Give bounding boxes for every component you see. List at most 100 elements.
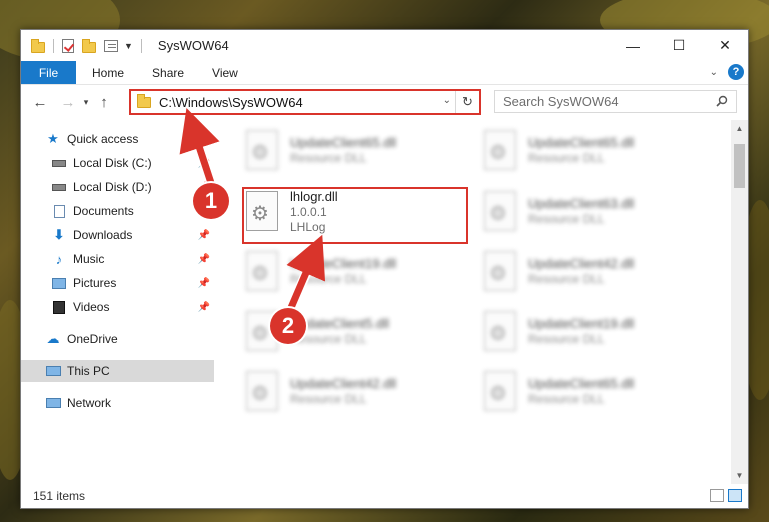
sidebar-item-label: Downloads [73,228,133,242]
music-icon: ♪ [55,251,63,267]
file-name: UpdateClient65.dll [290,135,397,150]
tab-share[interactable]: Share [138,61,198,84]
list-item[interactable]: UpdateClient63.dllResource DLL [478,185,698,237]
recent-dropdown-icon[interactable]: ▾ [79,91,93,113]
list-item[interactable]: UpdateClient19.dllResource DLL [240,245,460,297]
pin-icon[interactable]: 📌 [198,278,210,289]
close-button[interactable]: ✕ [702,30,748,61]
properties-icon[interactable] [104,39,118,52]
large-icons-view-icon[interactable] [728,489,742,502]
item-count: 151 items [33,489,86,503]
list-item[interactable]: UpdateClient42.dllResource DLL [240,365,460,417]
file-name: UpdateClient19.dll [290,256,397,271]
dll-file-icon [484,251,516,291]
chevron-down-icon[interactable]: ⌄ [710,67,718,78]
pictures-icon [51,276,67,290]
sidebar-item-videos[interactable]: Videos 📌 [21,296,214,318]
list-item[interactable]: UpdateClient42.dllResource DLL [478,245,698,297]
ribbon-right: ⌄ ? [710,64,744,80]
file-type: Resource DLL [528,151,605,165]
sidebar-item-label: Documents [73,204,134,218]
cloud-icon: ☁ [46,331,60,346]
dll-file-icon [246,371,278,411]
pin-icon[interactable]: 📌 [198,302,210,313]
refresh-icon[interactable]: ↻ [455,91,479,113]
details-view-icon[interactable] [710,489,724,502]
folder-icon [137,93,151,108]
scrollbar-thumb[interactable] [734,144,745,188]
tab-file[interactable]: File [21,61,76,84]
folder-icon [31,38,45,53]
back-arrow-icon[interactable]: ← [29,91,51,113]
separator [140,38,142,53]
file-highlight-box [242,187,468,244]
sidebar-item-label: OneDrive [67,332,118,346]
dll-file-icon [484,130,516,170]
properties-check-icon[interactable] [62,38,74,53]
search-input[interactable]: Search SysWOW64 [494,90,737,113]
file-type: Resource DLL [528,392,605,406]
separator [53,38,54,53]
pin-icon[interactable]: 📌 [198,158,210,169]
scroll-up-icon[interactable]: ▲ [731,120,748,137]
quick-access-dropdown-icon[interactable]: ▼ [124,41,133,51]
sidebar-item-label: Music [73,252,105,266]
sidebar-item-documents[interactable]: Documents 📌 [21,200,214,222]
videos-icon [51,300,67,314]
new-folder-icon[interactable] [82,38,96,53]
sidebar-item-local-disk-d[interactable]: Local Disk (D:) 📌 [21,176,214,198]
view-buttons [710,489,742,502]
scroll-down-icon[interactable]: ▼ [731,467,748,484]
navigation-bar: ← → ▾ ↑ C:\Windows\SysWOW64 ⌄ ↻ Search S… [21,86,748,118]
star-icon: ★ [47,131,59,146]
sidebar-item-onedrive[interactable]: ☁ OneDrive [21,328,214,350]
pin-icon[interactable]: 📌 [198,254,210,265]
file-list: UpdateClient65.dllResource DLL lhlogr.dl… [236,120,730,484]
file-name: UpdateClient42.dll [528,256,635,271]
ribbon-tabs: File Home Share View ⌄ ? [21,61,748,85]
vertical-scrollbar[interactable]: ▲ ▼ [731,120,748,484]
file-type: Resource DLL [528,332,605,346]
file-type: Resource DLL [290,151,367,165]
sidebar-item-quick-access[interactable]: ★ Quick access [21,128,214,150]
tab-view[interactable]: View [198,61,252,84]
file-type: Resource DLL [290,392,367,406]
list-item[interactable]: UpdateClient65.dllResource DLL [478,124,698,176]
maximize-button[interactable]: ☐ [656,30,702,61]
file-name: UpdateClient42.dll [290,376,397,391]
download-icon: ⬇ [53,227,65,242]
forward-arrow-icon[interactable]: → [57,91,79,113]
sidebar-item-downloads[interactable]: ⬇ Downloads 📌 [21,224,214,246]
explorer-window: ▼ SysWOW64 — ☐ ✕ File Home Share View ⌄ … [20,29,749,509]
sidebar-item-this-pc[interactable]: This PC [21,360,214,382]
search-icon[interactable] [716,95,728,107]
up-arrow-icon[interactable]: ↑ [93,91,115,113]
address-dropdown-icon[interactable]: ⌄ [443,95,451,106]
drive-icon [51,180,67,194]
search-placeholder: Search SysWOW64 [503,94,619,109]
sidebar-item-music[interactable]: ♪ Music 📌 [21,248,214,270]
address-text[interactable]: C:\Windows\SysWOW64 [159,95,303,110]
dll-file-icon [246,251,278,291]
sidebar-item-label: Quick access [67,132,139,146]
help-icon[interactable]: ? [728,64,744,80]
pin-icon[interactable]: 📌 [198,230,210,241]
address-bar[interactable]: C:\Windows\SysWOW64 ⌄ ↻ [129,89,481,115]
navigation-pane: ★ Quick access Local Disk (C:) 📌 Local D… [21,120,214,484]
drive-icon [51,156,67,170]
minimize-button[interactable]: — [610,30,656,61]
list-item[interactable]: UpdateClient19.dllResource DLL [478,305,698,357]
dll-file-icon [246,130,278,170]
dll-file-icon [484,191,516,231]
sidebar-item-pictures[interactable]: Pictures 📌 [21,272,214,294]
list-item[interactable]: UpdateClient65.dllResource DLL [240,124,460,176]
sidebar-item-network[interactable]: Network [21,392,214,414]
list-item[interactable]: UpdateClient65.dllResource DLL [478,365,698,417]
sidebar-item-label: Local Disk (C:) [73,156,152,170]
tab-home[interactable]: Home [76,61,138,84]
file-type: Resource DLL [528,272,605,286]
file-type: Resource DLL [290,332,367,346]
sidebar-item-local-disk-c[interactable]: Local Disk (C:) 📌 [21,152,214,174]
sidebar-item-label: Pictures [73,276,117,290]
title-bar: ▼ SysWOW64 — ☐ ✕ [21,30,748,61]
